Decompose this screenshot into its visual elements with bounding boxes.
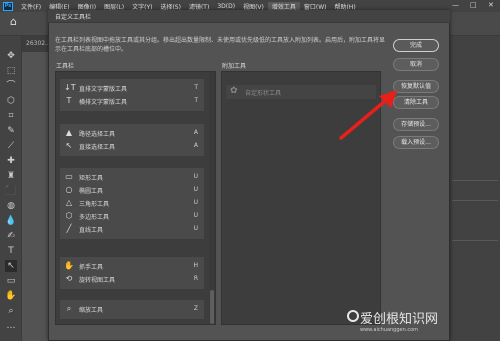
tool-icon[interactable]: ✚ <box>5 155 17 167</box>
photoshop-logo: Ps <box>3 1 13 11</box>
rotate-view-icon: ⟲ <box>65 274 73 283</box>
tool-row[interactable]: ○ 椭圆工具 U <box>60 184 204 197</box>
dialog-titlebar <box>48 10 450 23</box>
line-icon: ╱ <box>66 224 72 233</box>
toolbar-list-scrollbar[interactable] <box>209 72 215 324</box>
tool-group[interactable]: ✋ 抓手工具 H ⟲ 旋转视图工具 R <box>60 257 204 289</box>
tool-label: 直排文字蒙版工具 <box>79 86 128 93</box>
tool-row[interactable]: ▭ 矩形工具 U <box>60 171 204 184</box>
tool-shortcut: A <box>193 142 198 149</box>
maximize-button[interactable]: □ <box>470 1 477 9</box>
horizontal-type-mask-icon: T <box>66 96 72 105</box>
annotation-arrow <box>339 90 397 140</box>
tool-shortcut: A <box>193 129 198 136</box>
tool-shortcut: H <box>193 262 198 269</box>
scrollbar-thumb[interactable] <box>210 290 214 324</box>
watermark-url: www.aichuanggen.com <box>360 327 419 333</box>
tool-shortcut: U <box>193 225 198 232</box>
hand-icon: ✋ <box>64 261 74 270</box>
menu-item[interactable]: 3D(D) <box>213 3 239 10</box>
minimize-button[interactable]: — <box>452 1 459 9</box>
tool-icon[interactable]: ✋ <box>5 290 17 302</box>
toolbar-list-label: 工具栏 <box>56 63 75 70</box>
done-button[interactable]: 完成 <box>393 39 439 52</box>
rectangle-icon: ▭ <box>65 172 73 181</box>
panel-divider <box>452 200 498 201</box>
tool-label: 多边形工具 <box>79 214 110 221</box>
dialog-title: 自定义工具栏 <box>55 14 92 21</box>
custom-shape-icon: ✿ <box>230 86 238 96</box>
home-icon[interactable]: ⌂ <box>10 16 22 28</box>
tool-icon[interactable]: … <box>5 320 17 332</box>
tool-icon[interactable]: ✍ <box>5 230 17 242</box>
tool-label: 路径选择工具 <box>79 131 116 138</box>
tool-icon[interactable]: ▭ <box>5 275 17 287</box>
vertical-type-icon: ↓T <box>64 83 76 92</box>
tool-row[interactable]: ╱ 直线工具 U <box>60 223 204 236</box>
tool-group[interactable]: ↓T 直排文字蒙版工具 T T 横排文字蒙版工具 T <box>60 79 204 111</box>
tool-row[interactable]: △ 三角形工具 U <box>60 197 204 210</box>
tool-icon[interactable]: 💧 <box>5 215 17 227</box>
tool-icon[interactable]: ✎ <box>5 125 17 137</box>
extra-tools-label: 附加工具 <box>222 63 247 70</box>
tool-shortcut: U <box>193 186 198 193</box>
cancel-button[interactable]: 取消 <box>393 58 439 71</box>
tool-icon[interactable]: ♜ <box>5 170 17 182</box>
tool-label: 矩形工具 <box>79 175 104 182</box>
tool-label: 缩放工具 <box>79 307 104 314</box>
direct-select-icon: ↖ <box>65 141 73 150</box>
tool-icon[interactable]: ⬛ <box>5 185 17 197</box>
polygon-icon: ⬡ <box>65 211 73 220</box>
tool-icon[interactable]: ⟋ <box>5 140 17 152</box>
tool-shortcut: R <box>193 275 198 282</box>
tool-row[interactable]: ↓T 直排文字蒙版工具 T <box>60 82 204 95</box>
tool-icon[interactable]: ⌒ <box>5 80 17 92</box>
tool-icon[interactable]: ↖ <box>5 260 17 272</box>
path-select-icon: ▲ <box>65 128 73 137</box>
watermark-text: 爱创根知识网 <box>360 312 439 327</box>
triangle-icon: △ <box>65 198 73 207</box>
tool-label: 椭圆工具 <box>79 188 104 195</box>
tool-label: 旋转视图工具 <box>79 277 116 284</box>
tool-row[interactable]: ↖ 直接选择工具 A <box>60 140 204 153</box>
tool-icon[interactable]: ⬡ <box>5 95 17 107</box>
tool-group[interactable]: ⌕ 缩放工具 Z <box>60 300 204 319</box>
tool-icon[interactable]: ⌕ <box>5 305 17 317</box>
tool-row[interactable]: T 横排文字蒙版工具 T <box>60 95 204 108</box>
close-window-button[interactable]: ✕ <box>488 1 494 9</box>
extra-tool-label: 自定形状工具 <box>245 90 282 97</box>
dialog-description: 在工具栏列表视图中拖放工具或其分组。移出超出数量限制、未使用或优先级低的工具放入… <box>55 37 386 53</box>
tool-shortcut: U <box>193 199 198 206</box>
zoom-icon: ⌕ <box>66 304 72 313</box>
tool-icon[interactable]: ⌗ <box>5 110 17 122</box>
tool-label: 三角形工具 <box>79 201 110 208</box>
tool-icon[interactable]: ◍ <box>5 200 17 212</box>
ellipse-icon: ○ <box>65 185 73 194</box>
tool-icon[interactable]: ⬚ <box>5 65 17 77</box>
tool-shortcut: T <box>194 97 198 104</box>
tool-row[interactable]: ✋ 抓手工具 H <box>60 260 204 273</box>
tool-group[interactable]: ▭ 矩形工具 U ○ 椭圆工具 U △ 三角形工具 U ⬡ 多边形工具 U ╱ 直线工具 U <box>60 168 204 239</box>
tool-shortcut: T <box>194 84 198 91</box>
watermark-icon <box>347 310 359 322</box>
tool-shortcut: Z <box>193 305 198 312</box>
tool-row[interactable]: ⟲ 旋转视图工具 R <box>60 273 204 286</box>
tool-icon[interactable]: ✥ <box>5 50 17 62</box>
tool-label: 直接选择工具 <box>79 144 116 151</box>
tool-group[interactable]: ▲ 路径选择工具 A ↖ 直接选择工具 A <box>60 124 204 156</box>
tool-label: 横排文字蒙版工具 <box>79 99 128 106</box>
tool-shortcut: U <box>193 173 198 180</box>
tool-label: 抓手工具 <box>79 264 104 271</box>
tool-shortcut: U <box>193 212 198 219</box>
right-panels <box>450 36 500 341</box>
menu-item[interactable]: 文件(F) <box>17 2 45 11</box>
panel-divider <box>452 180 498 181</box>
tool-row[interactable]: ▲ 路径选择工具 A <box>60 127 204 140</box>
tool-icon[interactable]: T <box>5 245 17 257</box>
tool-row[interactable]: ⬡ 多边形工具 U <box>60 210 204 223</box>
panel-divider <box>452 240 498 241</box>
tool-label: 直线工具 <box>79 227 104 234</box>
tool-row[interactable]: ⌕ 缩放工具 Z <box>60 303 204 316</box>
